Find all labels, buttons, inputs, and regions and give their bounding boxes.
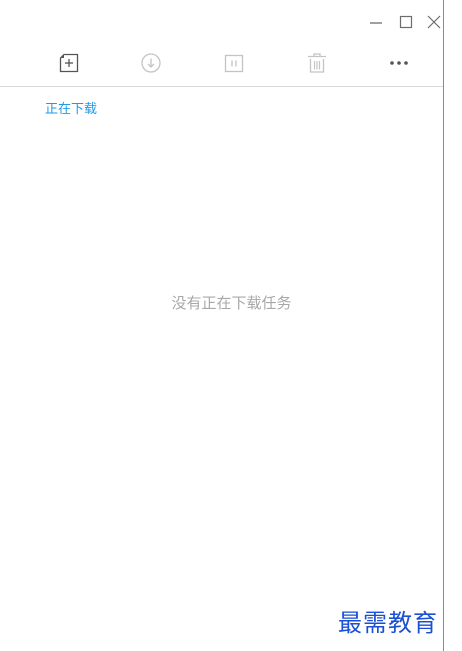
start-download-button[interactable]: [136, 48, 166, 78]
trash-icon: [308, 53, 326, 73]
download-manager-window: 正在下载 没有正在下载任务: [0, 0, 444, 651]
watermark-text: 最需教育: [338, 609, 438, 637]
delete-button[interactable]: [302, 48, 332, 78]
toolbar: [0, 42, 443, 87]
minimize-icon: [370, 22, 382, 24]
maximize-button[interactable]: [396, 12, 416, 32]
pause-icon: [224, 54, 244, 73]
new-task-button[interactable]: [54, 48, 84, 78]
title-bar: [0, 0, 443, 42]
download-start-icon: [141, 53, 161, 73]
empty-state-message: 没有正在下载任务: [171, 294, 292, 312]
minimize-button[interactable]: [366, 12, 386, 32]
more-button[interactable]: [384, 48, 414, 78]
pause-button[interactable]: [219, 48, 249, 78]
close-icon: [427, 15, 441, 29]
maximize-icon: [399, 15, 413, 29]
section-title-downloading: 正在下载: [45, 102, 98, 117]
new-task-icon: [59, 53, 79, 73]
close-button[interactable]: [424, 12, 444, 32]
more-icon: [390, 61, 408, 65]
